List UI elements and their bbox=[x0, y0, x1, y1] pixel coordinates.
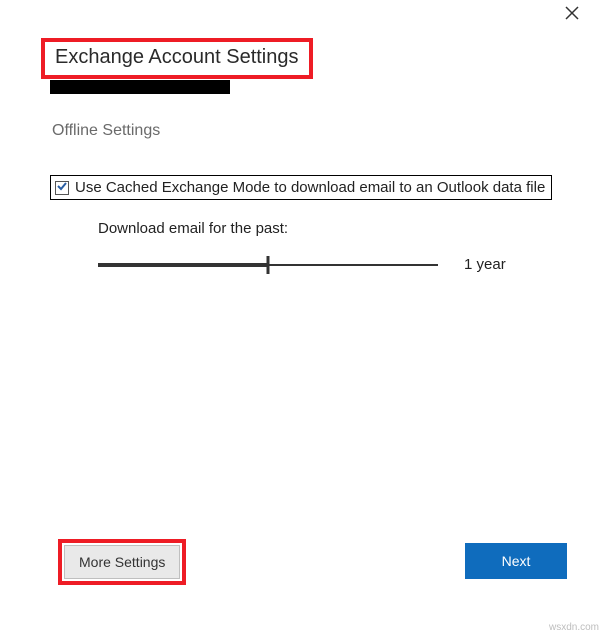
checkmark-icon bbox=[56, 179, 68, 197]
offline-settings-heading: Offline Settings bbox=[52, 122, 160, 140]
download-duration-slider-wrap: 1 year bbox=[98, 256, 538, 273]
download-duration-label: Download email for the past: bbox=[98, 220, 288, 237]
download-duration-slider[interactable] bbox=[98, 263, 438, 267]
title-highlight: Exchange Account Settings bbox=[41, 38, 313, 79]
more-settings-highlight: More Settings bbox=[58, 539, 186, 585]
close-icon bbox=[565, 6, 579, 25]
cached-mode-row: Use Cached Exchange Mode to download ema… bbox=[50, 175, 552, 200]
cached-mode-label: Use Cached Exchange Mode to download ema… bbox=[75, 179, 545, 196]
cached-mode-checkbox[interactable] bbox=[55, 181, 69, 195]
exchange-account-settings-dialog: Exchange Account Settings Offline Settin… bbox=[0, 0, 603, 635]
watermark: wsxdn.com bbox=[549, 622, 599, 633]
redacted-email bbox=[50, 80, 230, 94]
close-button[interactable] bbox=[563, 6, 581, 24]
next-button[interactable]: Next bbox=[465, 543, 567, 579]
more-settings-button[interactable]: More Settings bbox=[64, 545, 180, 579]
dialog-title: Exchange Account Settings bbox=[55, 46, 299, 69]
slider-value-label: 1 year bbox=[464, 256, 506, 273]
slider-thumb[interactable] bbox=[267, 256, 270, 274]
slider-filled-line bbox=[98, 263, 268, 267]
